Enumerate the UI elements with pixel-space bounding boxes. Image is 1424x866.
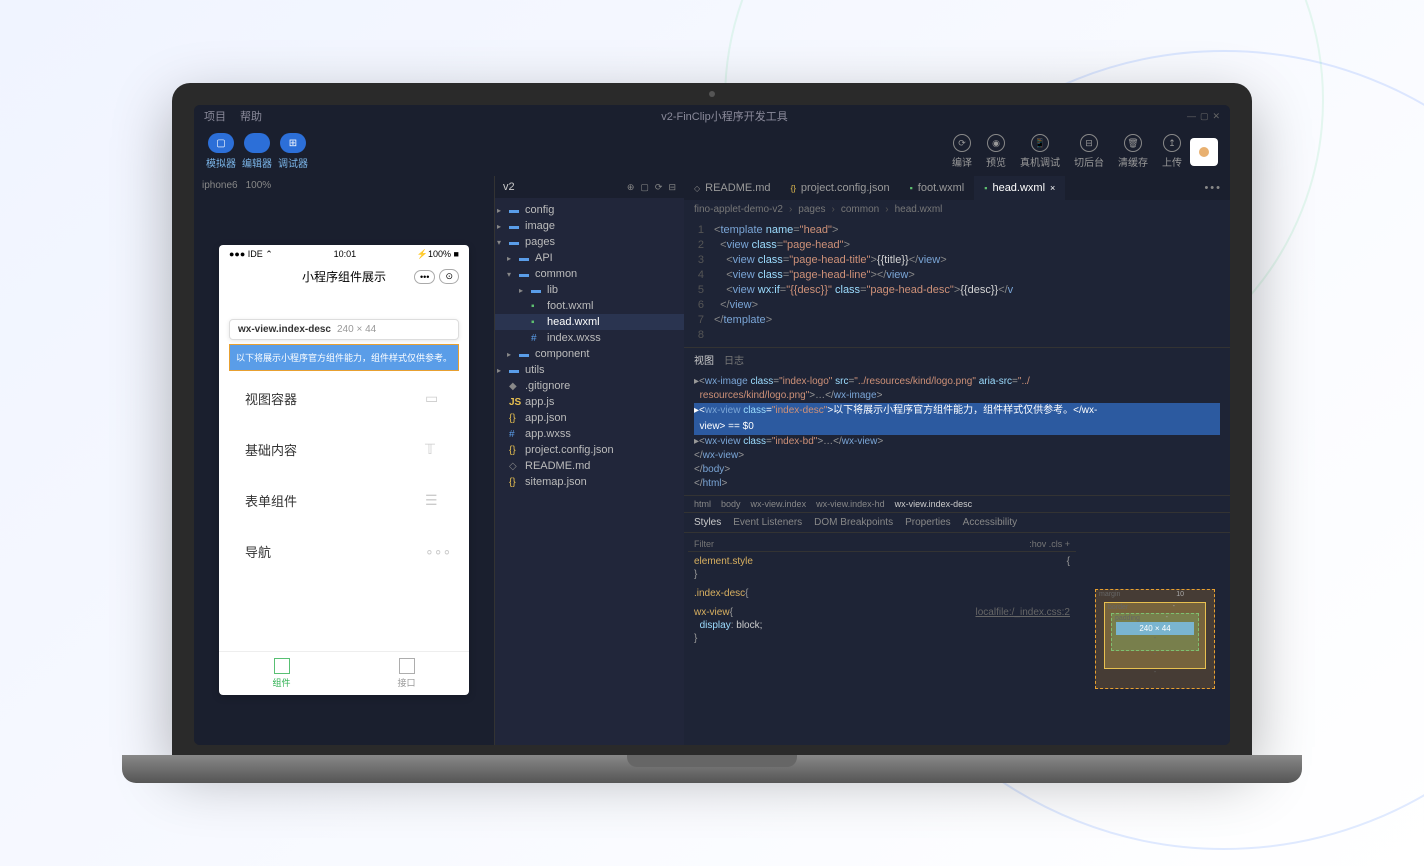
sim-device[interactable]: iphone6 (202, 180, 238, 191)
simulator-panel: iphone6 100% ●●● IDE ⌃ 10:01 ⚡100% ■ 小程序… (194, 176, 494, 745)
tree-item[interactable]: #index.wxss (495, 330, 684, 346)
phone-statusbar: ●●● IDE ⌃ 10:01 ⚡100% ■ (219, 245, 469, 264)
menu-item[interactable]: 视图容器▭ (229, 375, 459, 422)
breadcrumb[interactable]: fino-applet-demo-v2›pages›common›head.wx… (684, 200, 1230, 219)
add-rule-icon[interactable]: + (1065, 539, 1070, 549)
tree-item[interactable]: #app.wxss (495, 426, 684, 442)
window-title: v2-FinClip小程序开发工具 (661, 108, 788, 124)
toolbar-模拟器[interactable]: ▢模拟器 (206, 133, 236, 170)
capsule-menu[interactable]: ••• (414, 270, 435, 284)
crumb-item[interactable]: body (721, 499, 741, 509)
new-file-icon[interactable]: ⊕ (627, 182, 635, 193)
refresh-icon[interactable]: ⟳ (655, 182, 663, 193)
editor-tab[interactable]: ◇README.md (684, 176, 781, 200)
toolbar-上传[interactable]: ↥上传 (1162, 134, 1182, 169)
devtools-tab[interactable]: 日志 (724, 352, 744, 367)
capsule-close[interactable]: ⊙ (439, 269, 459, 284)
toolbar-编辑器[interactable]: 编辑器 (242, 133, 272, 170)
tree-item[interactable]: ▸▬component (495, 346, 684, 362)
box-model[interactable]: margin10 border- padding- 240 × 44 - - - (1080, 533, 1230, 745)
tree-item[interactable]: ◇README.md (495, 458, 684, 474)
tree-item[interactable]: ▾▬common (495, 266, 684, 282)
code-editor[interactable]: 1<template name="head">2 <view class="pa… (684, 219, 1230, 347)
tree-item[interactable]: ▸▬image (495, 218, 684, 234)
phone-tab[interactable]: 组件 (219, 652, 344, 695)
elements-breadcrumb[interactable]: html body wx-view.index wx-view.index-hd wx-… (684, 495, 1230, 512)
menu-item[interactable]: 表单组件☰ (229, 477, 459, 524)
tab-overflow-icon[interactable]: ••• (1196, 182, 1230, 194)
toolbar-调试器[interactable]: ⊞调试器 (278, 133, 308, 170)
editor-tabs: ◇README.md{}project.config.json▪foot.wxm… (684, 176, 1230, 200)
laptop-frame: 项目 帮助 v2-FinClip小程序开发工具 —▢✕ ▢模拟器编辑器⊞调试器 … (172, 83, 1252, 783)
styles-tab[interactable]: DOM Breakpoints (814, 517, 893, 528)
styles-tab[interactable]: Accessibility (963, 517, 1017, 528)
crumb-item[interactable]: html (694, 499, 711, 509)
toolbar-编译[interactable]: ⟳编译 (952, 134, 972, 169)
new-folder-icon[interactable]: ▢ (640, 182, 649, 193)
editor-tab[interactable]: {}project.config.json (781, 176, 900, 200)
styles-tab[interactable]: Properties (905, 517, 951, 528)
tree-item[interactable]: ▾▬pages (495, 234, 684, 250)
tree-item[interactable]: JSapp.js (495, 394, 684, 410)
sim-zoom[interactable]: 100% (246, 180, 272, 191)
styles-tab[interactable]: Event Listeners (733, 517, 802, 528)
tree-item[interactable]: ◆.gitignore (495, 378, 684, 394)
phone-tab[interactable]: 接口 (344, 652, 469, 695)
window-controls[interactable]: —▢✕ (1187, 111, 1220, 122)
highlighted-element[interactable]: 以下将展示小程序官方组件能力，组件样式仅供参考。 (229, 344, 459, 371)
tree-item[interactable]: ▪head.wxml (495, 314, 684, 330)
crumb-item[interactable]: wx-view.index-desc (895, 499, 973, 509)
tree-item[interactable]: ▸▬lib (495, 282, 684, 298)
elements-tree[interactable]: ▸<wx-image class="index-logo" src="../re… (684, 371, 1230, 495)
tree-item[interactable]: ▸▬API (495, 250, 684, 266)
toolbar-真机调试[interactable]: 📱真机调试 (1020, 134, 1060, 169)
menu-help[interactable]: 帮助 (240, 108, 262, 124)
inspect-tooltip: wx-view.index-desc 240 × 44 (229, 319, 459, 340)
crumb-item[interactable]: wx-view.index (751, 499, 807, 509)
phone-navbar: 小程序组件展示 ••• ⊙ (219, 264, 469, 289)
toolbar-切后台[interactable]: ⊟切后台 (1074, 134, 1104, 169)
cls-toggle[interactable]: .cls (1049, 539, 1063, 549)
file-explorer: v2 ⊕ ▢ ⟳ ⊟ ▸▬config▸▬image▾▬pages▸▬API▾▬… (494, 176, 684, 745)
tree-item[interactable]: {}sitemap.json (495, 474, 684, 490)
phone-preview[interactable]: ●●● IDE ⌃ 10:01 ⚡100% ■ 小程序组件展示 ••• ⊙ wx-… (219, 245, 469, 695)
project-name[interactable]: v2 (503, 181, 515, 193)
styles-pane[interactable]: :hov .cls + element.style {}.index-desc … (684, 533, 1080, 745)
devtools: 视图日志 ▸<wx-image class="index-logo" src="… (684, 347, 1230, 745)
toolbar-清缓存[interactable]: 🗑清缓存 (1118, 134, 1148, 169)
editor-panel: ◇README.md{}project.config.json▪foot.wxm… (684, 176, 1230, 745)
styles-filter-input[interactable] (694, 539, 1029, 549)
tree-item[interactable]: ▸▬config (495, 202, 684, 218)
avatar[interactable] (1190, 138, 1218, 166)
ide-window: 项目 帮助 v2-FinClip小程序开发工具 —▢✕ ▢模拟器编辑器⊞调试器 … (194, 105, 1230, 745)
tree-item[interactable]: ▪foot.wxml (495, 298, 684, 314)
styles-tab[interactable]: Styles (694, 517, 721, 528)
menu-item[interactable]: 导航∘∘∘ (229, 528, 459, 575)
tree-item[interactable]: ▸▬utils (495, 362, 684, 378)
tree-item[interactable]: {}app.json (495, 410, 684, 426)
editor-tab[interactable]: ▪foot.wxml (900, 176, 975, 200)
editor-tab[interactable]: ▪head.wxml× (974, 176, 1065, 200)
toolbar-预览[interactable]: ◉预览 (986, 134, 1006, 169)
menu-item[interactable]: 基础内容𝕋 (229, 426, 459, 473)
phone-tabbar: 组件接口 (219, 651, 469, 695)
menubar: 项目 帮助 v2-FinClip小程序开发工具 —▢✕ (194, 105, 1230, 127)
tree-item[interactable]: {}project.config.json (495, 442, 684, 458)
devtools-tab[interactable]: 视图 (694, 352, 714, 367)
hov-toggle[interactable]: :hov (1029, 539, 1046, 549)
collapse-icon[interactable]: ⊟ (668, 182, 676, 193)
crumb-item[interactable]: wx-view.index-hd (816, 499, 885, 509)
phone-title: 小程序组件展示 (302, 268, 386, 285)
menu-project[interactable]: 项目 (204, 108, 226, 124)
toolbar: ▢模拟器编辑器⊞调试器 ⟳编译 ◉预览 📱真机调试 ⊟切后台 🗑清缓存 ↥上传 (194, 127, 1230, 176)
